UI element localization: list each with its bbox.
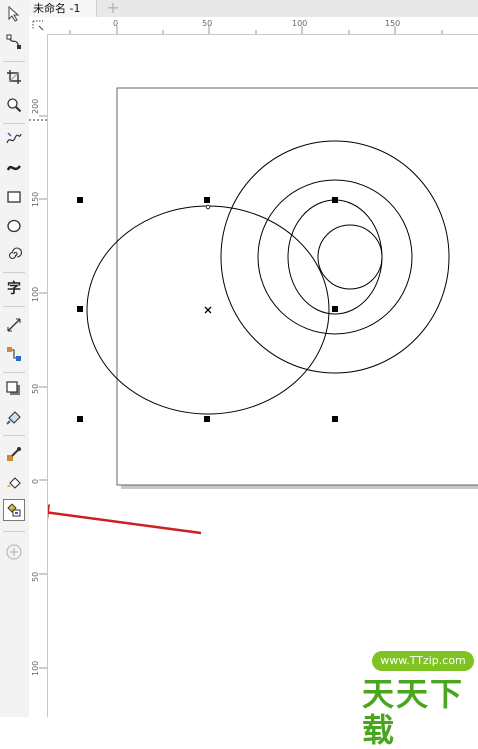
freehand-tool-button[interactable] (3, 128, 25, 150)
vruler-tick-label: 200 (31, 98, 40, 114)
ellipse-tool-button[interactable] (3, 215, 25, 237)
crop-tool-button[interactable] (3, 66, 25, 88)
selection-handle[interactable] (204, 416, 210, 422)
connector-tool-button[interactable] (3, 343, 25, 365)
dimension-tool-button[interactable] (3, 314, 25, 336)
add-circle-icon (6, 544, 22, 560)
dimension-icon (7, 318, 21, 332)
hruler-tick-label: 0 (113, 19, 119, 28)
ellipse-node[interactable] (205, 204, 211, 210)
artistic-media-icon (6, 165, 21, 171)
vruler-tick-label: 100 (31, 286, 40, 302)
drawing-canvas[interactable] (48, 35, 478, 717)
hruler-tick-label: 100 (292, 19, 308, 28)
spiral-icon (8, 247, 22, 260)
ruler-origin-corner[interactable] (29, 17, 48, 35)
ellipse-icon (7, 219, 21, 233)
horizontal-ruler[interactable]: 0 50 100 150 (47, 17, 478, 35)
red-arrow (48, 511, 202, 535)
vruler-tick-label: 50 (31, 383, 40, 394)
toolbox: 字 (0, 0, 30, 717)
selection-handle[interactable] (332, 416, 338, 422)
vruler-tick-label: 100 (31, 660, 40, 676)
text-tool-button[interactable]: 字 (3, 277, 25, 299)
rectangle-tool-button[interactable] (3, 186, 25, 208)
selection-handle[interactable] (204, 197, 210, 203)
eyedropper-tool-button[interactable] (3, 443, 25, 465)
transparency-tool-button[interactable] (3, 406, 25, 428)
interactive-fill-icon (7, 477, 21, 489)
drop-shadow-icon (6, 381, 20, 395)
vruler-tick-label: 0 (31, 478, 40, 484)
document-tab-bar: 未命名 -1 + (29, 0, 478, 18)
pick-tool-button[interactable] (3, 3, 25, 25)
crop-icon (7, 70, 21, 84)
hruler-tick-label: 150 (385, 19, 401, 28)
connector-icon (7, 347, 21, 361)
transparency-icon (6, 411, 21, 425)
zoom-icon (7, 98, 22, 113)
hruler-tick-label: 50 (202, 19, 213, 28)
vruler-tick-label: 50 (31, 571, 40, 582)
new-tab-button[interactable]: + (106, 0, 120, 17)
spiral-tool-button[interactable] (3, 243, 25, 265)
shape-tool-button[interactable] (3, 31, 25, 53)
selection-handle[interactable] (77, 416, 83, 422)
artistic-media-tool-button[interactable] (3, 157, 25, 179)
selection-handle[interactable] (77, 197, 83, 203)
drop-shadow-tool-button[interactable] (3, 378, 25, 400)
selection-handle[interactable] (332, 306, 338, 312)
selection-handle[interactable] (77, 306, 83, 312)
zoom-tool-button[interactable] (3, 94, 25, 116)
watermark-brand: 天天下载 (362, 675, 465, 749)
freehand-icon (6, 132, 22, 144)
selection-handle[interactable] (332, 197, 338, 203)
text-icon: 字 (7, 281, 21, 297)
rectangle-icon (7, 191, 21, 203)
eyedropper-icon (7, 447, 21, 461)
add-tool-button[interactable] (3, 541, 25, 563)
smart-fill-tool-button[interactable] (3, 499, 25, 521)
watermark-url: www.TTzip.com (372, 651, 474, 671)
vertical-ruler[interactable]: 200 150 100 50 0 50 100 (29, 34, 48, 717)
shape-edit-icon (6, 34, 21, 49)
pick-arrow-icon (8, 6, 20, 22)
interactive-fill-tool-button[interactable] (3, 471, 25, 493)
smart-fill-icon (7, 503, 21, 517)
document-tab[interactable]: 未命名 -1 (29, 0, 97, 17)
vruler-tick-label: 150 (31, 191, 40, 207)
